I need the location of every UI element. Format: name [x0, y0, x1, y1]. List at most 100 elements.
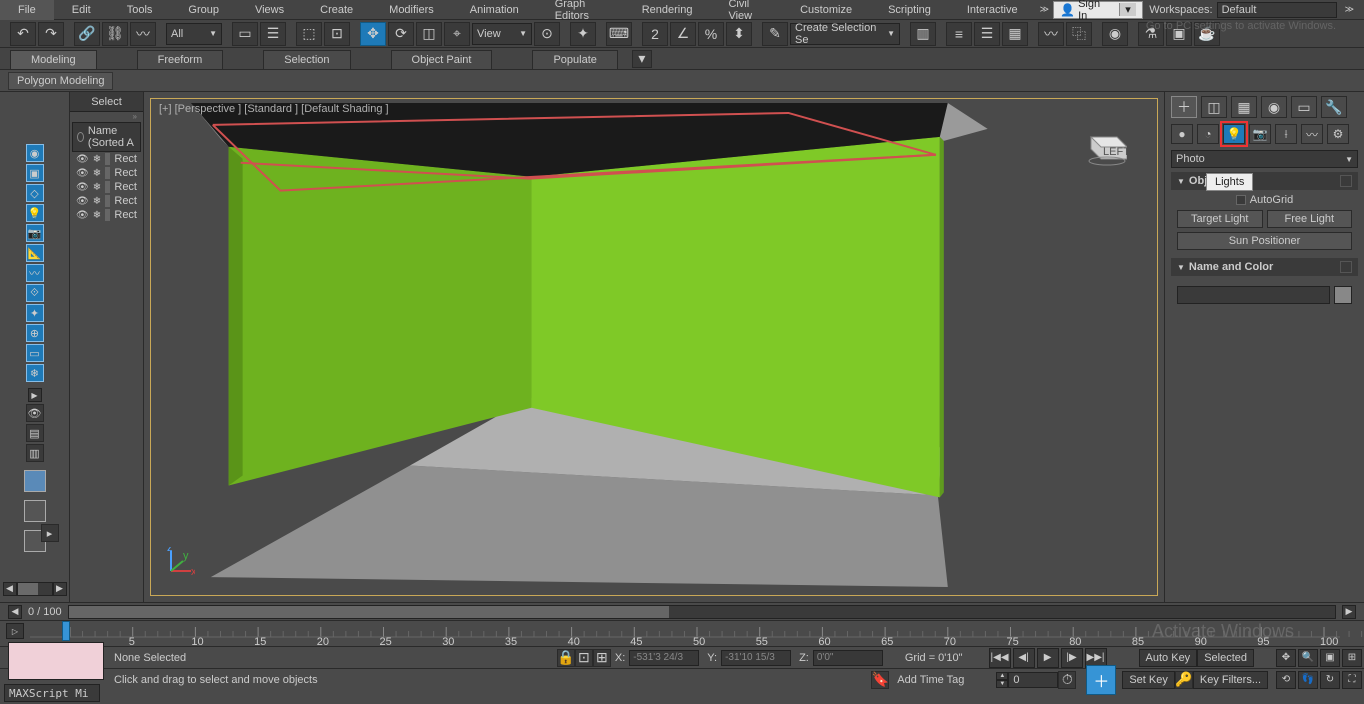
ribbon-tab-freeform[interactable]: Freeform: [137, 50, 224, 70]
edit-selection-set-button[interactable]: ✎: [762, 22, 788, 46]
create-tab[interactable]: ＋: [1171, 96, 1197, 118]
menu-overflow-arrow[interactable]: ≫: [1036, 4, 1053, 15]
freeze-icon[interactable]: ❄: [93, 210, 101, 221]
undo-button[interactable]: ↶: [10, 22, 36, 46]
cameras-cat-icon[interactable]: 📷: [1249, 124, 1271, 144]
frame-input[interactable]: [1008, 672, 1058, 688]
nav-orbit-icon[interactable]: ⟲: [1276, 671, 1296, 689]
shapes-cat-icon[interactable]: ◔: [1197, 124, 1219, 144]
object-type-rollout-header[interactable]: ▼Object Type: [1171, 172, 1358, 190]
visibility-icon[interactable]: 👁: [76, 168, 89, 179]
menu-rendering[interactable]: Rendering: [624, 0, 711, 20]
dark-swatch-1[interactable]: [24, 500, 46, 522]
grey-box2-icon[interactable]: ▥: [26, 444, 44, 462]
visibility-icon[interactable]: 👁: [76, 154, 89, 165]
left-play-icon[interactable]: ▶: [28, 388, 42, 402]
track-right-arrow[interactable]: ▶: [1342, 605, 1356, 619]
frame-spinner[interactable]: ▲▼: [996, 672, 1008, 688]
menu-civil-view[interactable]: Civil View: [710, 0, 782, 20]
list-header[interactable]: Name (Sorted A: [72, 122, 141, 152]
display-light-icon[interactable]: 💡: [26, 204, 44, 222]
menu-modifiers[interactable]: Modifiers: [371, 0, 452, 20]
auto-key-button[interactable]: Auto Key: [1139, 649, 1198, 667]
maxscript-input[interactable]: MAXScript Mi: [4, 684, 100, 702]
viewcube[interactable]: LEFT: [1081, 129, 1127, 167]
display-frozen-icon[interactable]: ❄: [26, 364, 44, 382]
nav-pan-icon[interactable]: ✥: [1276, 649, 1296, 667]
set-key-big-button[interactable]: ＋: [1086, 665, 1116, 695]
set-key-button[interactable]: Set Key: [1122, 671, 1175, 689]
rotate-button[interactable]: ⟳: [388, 22, 414, 46]
selected-dropdown[interactable]: Selected: [1197, 649, 1254, 667]
menu-animation[interactable]: Animation: [452, 0, 537, 20]
ribbon-expand-button[interactable]: ▾: [632, 50, 652, 68]
named-selection-dropdown[interactable]: Create Selection Se▼: [790, 23, 900, 45]
angle-snap-button[interactable]: ∠: [670, 22, 696, 46]
material-editor-button[interactable]: ◉: [1102, 22, 1128, 46]
display-container-icon[interactable]: ▭: [26, 344, 44, 362]
visibility-icon[interactable]: 👁: [76, 182, 89, 193]
visibility-icon[interactable]: 👁: [76, 210, 89, 221]
layer-button[interactable]: ☰: [974, 22, 1000, 46]
viewport-label[interactable]: [+] [Perspective ] [Standard ] [Default …: [159, 103, 389, 115]
light-btn-sun-positioner[interactable]: Sun Positioner: [1177, 232, 1352, 250]
autogrid-checkbox[interactable]: AutoGrid: [1177, 194, 1352, 206]
selection-lock-icon[interactable]: ⊞: [593, 649, 611, 667]
scene-item[interactable]: 👁❄Rect: [70, 180, 143, 194]
spacewarps-cat-icon[interactable]: 〰: [1301, 124, 1323, 144]
menu-scripting[interactable]: Scripting: [870, 0, 949, 20]
select-object-button[interactable]: ▭: [232, 22, 258, 46]
display-helper-icon[interactable]: 📐: [26, 244, 44, 262]
nav-max-icon[interactable]: ⛶: [1342, 671, 1362, 689]
lights-cat-icon[interactable]: 💡: [1223, 124, 1245, 144]
x-coord-input[interactable]: [629, 650, 699, 666]
rect-select-button[interactable]: ⬚: [296, 22, 322, 46]
refcoord-dropdown[interactable]: View▼: [472, 23, 532, 45]
select-collapse[interactable]: »: [70, 112, 143, 122]
display-all-icon[interactable]: ◉: [26, 144, 44, 162]
object-color-swatch[interactable]: [1334, 286, 1352, 304]
nav-fov-icon[interactable]: ▣: [1320, 649, 1340, 667]
play-button[interactable]: ▶: [1037, 648, 1059, 668]
time-tag-icon[interactable]: 🔖: [871, 671, 889, 689]
mirror-button[interactable]: ▥: [910, 22, 936, 46]
menu-graph-editors[interactable]: Graph Editors: [537, 0, 624, 20]
menu-customize[interactable]: Customize: [782, 0, 870, 20]
spinner-snap-button[interactable]: ⬍: [726, 22, 752, 46]
visibility-icon[interactable]: 👁: [76, 196, 89, 207]
prev-frame-button[interactable]: ◀|: [1013, 648, 1035, 668]
motion-tab[interactable]: ◉: [1261, 96, 1287, 118]
light-type-dropdown[interactable]: Photo▼ Lights: [1171, 150, 1358, 168]
nav-zoom-icon[interactable]: 🔍: [1298, 649, 1318, 667]
key-filters-button[interactable]: Key Filters...: [1193, 671, 1268, 689]
ribbon-tab-modeling[interactable]: Modeling: [10, 50, 97, 70]
freeze-icon[interactable]: ❄: [93, 196, 101, 207]
track-bar[interactable]: [68, 605, 1336, 619]
menu-views[interactable]: Views: [237, 0, 302, 20]
light-btn-free-light[interactable]: Free Light: [1267, 210, 1353, 228]
menu-create[interactable]: Create: [302, 0, 371, 20]
systems-cat-icon[interactable]: ⚙: [1327, 124, 1349, 144]
scale-button[interactable]: ◫: [416, 22, 442, 46]
perspective-viewport[interactable]: [+] [Perspective ] [Standard ] [Default …: [150, 98, 1158, 596]
nav-roll-icon[interactable]: ↻: [1320, 671, 1340, 689]
scene-item[interactable]: 👁❄Rect: [70, 208, 143, 222]
time-config-icon[interactable]: ⏱: [1058, 671, 1076, 689]
schematic-button[interactable]: ⿻: [1066, 22, 1092, 46]
curve-editor-button[interactable]: 〰: [1038, 22, 1064, 46]
select-name-button[interactable]: ☰: [260, 22, 286, 46]
display-spacewarp-icon[interactable]: 〰: [26, 264, 44, 282]
light-btn-target-light[interactable]: Target Light: [1177, 210, 1263, 228]
placement-button[interactable]: ⌖: [444, 22, 470, 46]
display-bone-icon[interactable]: ⟐: [26, 284, 44, 302]
helpers-cat-icon[interactable]: ⟊: [1275, 124, 1297, 144]
polygon-modeling-panel[interactable]: Polygon Modeling: [8, 72, 113, 90]
display-shape-icon[interactable]: ◇: [26, 184, 44, 202]
next-frame-button[interactable]: |▶: [1061, 648, 1083, 668]
goto-start-button[interactable]: |◀◀: [989, 648, 1011, 668]
percent-snap-button[interactable]: %: [698, 22, 724, 46]
keyboard-shortcut-button[interactable]: ⌨: [606, 22, 632, 46]
display-hidden-icon[interactable]: 👁: [26, 404, 44, 422]
display-geom-icon[interactable]: ▣: [26, 164, 44, 182]
mini-listener[interactable]: [8, 642, 104, 680]
